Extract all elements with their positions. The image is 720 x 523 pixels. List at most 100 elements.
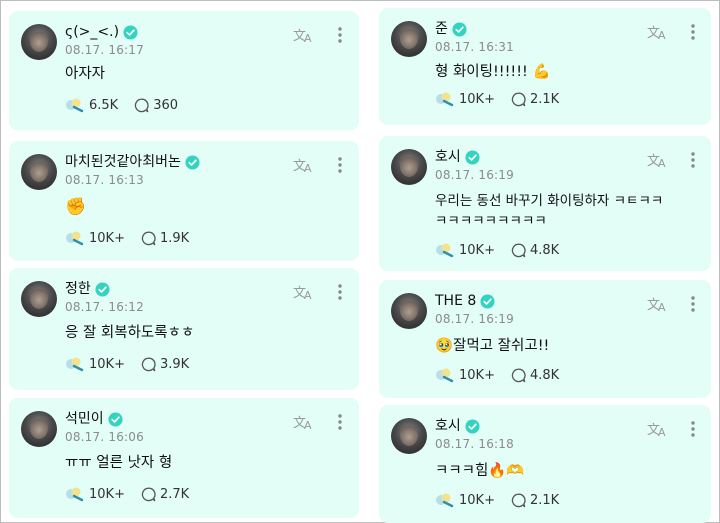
verified-badge-icon — [480, 293, 495, 309]
translate-icon[interactable]: 文A — [293, 26, 315, 44]
avatar[interactable] — [21, 24, 57, 60]
more-vertical-icon[interactable] — [337, 413, 343, 431]
comment-count: 3.9K — [159, 356, 190, 372]
translate-icon[interactable]: 文A — [293, 156, 315, 174]
author-row: 준 — [435, 21, 467, 37]
comment-count: 2.7K — [159, 486, 190, 502]
verified-badge-icon — [185, 154, 200, 170]
avatar[interactable] — [391, 21, 427, 57]
comment-stat[interactable]: 4.8K — [511, 368, 559, 383]
comment-stat[interactable]: 3.9K — [141, 357, 189, 372]
translate-icon[interactable]: 文A — [647, 295, 669, 313]
lightstick-icon — [66, 231, 84, 246]
comment-stat[interactable]: 2.1K — [511, 92, 559, 107]
like-count: 10K+ — [459, 492, 495, 508]
post-timestamp: 08.17. 16:06 — [65, 430, 144, 444]
avatar[interactable] — [21, 281, 57, 317]
verified-badge-icon — [123, 24, 138, 40]
post-stats: 10K+ 3.9K — [65, 356, 205, 372]
translate-icon[interactable]: 文A — [647, 151, 669, 169]
comment-bubble-icon — [511, 243, 526, 257]
more-vertical-icon[interactable] — [690, 23, 696, 41]
post-card[interactable]: 호시 08.17. 16:18 文A ㅋㅋㅋ힘🔥🫶 10K+ 2.1K — [379, 405, 711, 523]
more-vertical-icon[interactable] — [690, 420, 696, 438]
comment-stat[interactable]: 2.7K — [141, 487, 189, 502]
author-name[interactable]: 석민이 — [65, 411, 104, 427]
author-name[interactable]: 호시 — [435, 418, 461, 434]
comment-stat[interactable]: 1.9K — [141, 231, 189, 246]
comment-bubble-icon — [511, 368, 526, 382]
like-stat[interactable]: 10K+ — [65, 230, 125, 246]
post-card[interactable]: 정한 08.17. 16:12 文A 응 잘 회복하도록ㅎㅎ 10K+ 3.9K — [9, 268, 359, 390]
verified-badge-icon — [108, 411, 123, 427]
svg-text:A: A — [658, 426, 666, 438]
avatar[interactable] — [21, 154, 57, 190]
post-card[interactable]: 마치된것같아최버논 08.17. 16:13 文A ✊ 10K+ 1.9K — [9, 141, 359, 261]
lightstick-icon — [66, 487, 84, 502]
more-vertical-icon[interactable] — [337, 26, 343, 44]
svg-text:A: A — [304, 419, 312, 431]
like-stat[interactable]: 10K+ — [435, 242, 495, 258]
like-count: 10K+ — [459, 91, 495, 107]
avatar[interactable] — [391, 149, 427, 185]
avatar[interactable] — [391, 418, 427, 454]
author-name[interactable]: 호시 — [435, 149, 461, 165]
lightstick-icon — [66, 357, 84, 372]
avatar[interactable] — [21, 411, 57, 447]
post-timestamp: 08.17. 16:19 — [435, 312, 514, 326]
post-text: 응 잘 회복하도록ㅎㅎ — [65, 325, 195, 341]
author-name[interactable]: THE 8 — [435, 293, 476, 309]
like-count: 10K+ — [89, 356, 125, 372]
like-stat[interactable]: 6.5K — [65, 97, 118, 113]
author-name[interactable]: 준 — [435, 21, 448, 37]
lightstick-icon — [436, 493, 454, 508]
author-row: 마치된것같아최버논 — [65, 154, 200, 170]
like-stat[interactable]: 10K+ — [65, 356, 125, 372]
translate-icon[interactable]: 文A — [293, 283, 315, 301]
author-name[interactable]: ς(>_<.) — [65, 24, 119, 40]
like-count: 10K+ — [89, 486, 125, 502]
lightstick-icon — [66, 98, 84, 113]
more-vertical-icon[interactable] — [337, 156, 343, 174]
like-count: 10K+ — [89, 230, 125, 246]
more-vertical-icon[interactable] — [690, 295, 696, 313]
svg-text:A: A — [658, 157, 666, 169]
author-row: ς(>_<.) — [65, 24, 138, 40]
comment-stat[interactable]: 2.1K — [511, 493, 559, 508]
comment-stat[interactable]: 4.8K — [511, 243, 559, 258]
post-card[interactable]: 호시 08.17. 16:19 文A 우리는 동선 바꾸기 화이팅하자 ㅋㅌㅋㅋ… — [379, 136, 711, 271]
post-stats: 10K+ 2.1K — [435, 91, 575, 107]
like-stat[interactable]: 10K+ — [435, 367, 495, 383]
post-stats: 10K+ 4.8K — [435, 242, 575, 258]
translate-icon[interactable]: 文A — [647, 420, 669, 438]
comment-bubble-icon — [511, 493, 526, 507]
comment-count: 4.8K — [529, 242, 560, 258]
post-card[interactable]: ς(>_<.) 08.17. 16:17 文A 아자자 6.5K 360 — [9, 11, 359, 130]
translate-icon[interactable]: 文A — [647, 23, 669, 41]
post-card[interactable]: 석민이 08.17. 16:06 文A ㅠㅠ 얼른 낫자 형 10K+ 2.7K — [9, 398, 359, 518]
like-stat[interactable]: 10K+ — [435, 492, 495, 508]
author-row: 호시 — [435, 418, 480, 434]
more-vertical-icon[interactable] — [690, 151, 696, 169]
comment-stat[interactable]: 360 — [134, 98, 178, 113]
like-stat[interactable]: 10K+ — [435, 91, 495, 107]
more-vertical-icon[interactable] — [337, 283, 343, 301]
verified-badge-icon — [95, 281, 110, 297]
like-count: 10K+ — [459, 242, 495, 258]
post-timestamp: 08.17. 16:12 — [65, 300, 144, 314]
comment-bubble-icon — [511, 92, 526, 106]
comment-bubble-icon — [135, 98, 149, 112]
comment-bubble-icon — [141, 357, 156, 371]
comment-count: 4.8K — [529, 367, 560, 383]
post-stats: 10K+ 4.8K — [435, 367, 575, 383]
post-card[interactable]: THE 8 08.17. 16:19 文A 🥹잘먹고 잘쉬고!! 10K+ 4.… — [379, 280, 711, 398]
svg-text:A: A — [304, 162, 312, 174]
avatar[interactable] — [391, 293, 427, 329]
author-name[interactable]: 정한 — [65, 281, 91, 297]
post-timestamp: 08.17. 16:31 — [435, 40, 514, 54]
verified-badge-icon — [465, 418, 480, 434]
like-stat[interactable]: 10K+ — [65, 486, 125, 502]
translate-icon[interactable]: 文A — [293, 413, 315, 431]
author-name[interactable]: 마치된것같아최버논 — [65, 154, 181, 170]
post-card[interactable]: 준 08.17. 16:31 文A 형 화이팅!!!!!! 💪 10K+ 2.1… — [379, 8, 711, 125]
